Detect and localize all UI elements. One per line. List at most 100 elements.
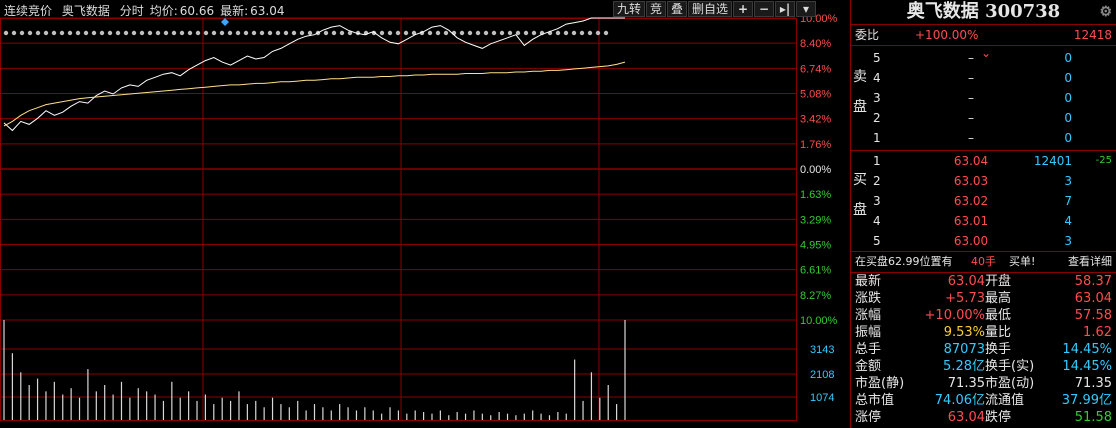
indicator-dot: [3, 30, 9, 36]
stat-label: 涨幅: [855, 308, 882, 323]
stat-value: 14.45%: [1062, 359, 1112, 374]
stat-value: 57.58: [1074, 308, 1112, 323]
stat-value: 87073: [943, 342, 985, 357]
gear-icon[interactable]: ⚙: [1099, 0, 1112, 24]
stat-row: 最新 63.04 开盘 58.37: [851, 273, 1116, 290]
stat-value: 5.28亿: [943, 359, 985, 374]
indicator-dot: [27, 30, 33, 36]
sell-level-row[interactable]: 3–0: [851, 88, 1116, 108]
level-volume: 0: [1064, 131, 1072, 145]
stat-label: 最新: [855, 274, 882, 289]
order-position-text: 在买盘62.99位置有: [855, 255, 953, 268]
indicator-dot: [211, 30, 217, 36]
indicator-dot: [155, 30, 161, 36]
level-volume: 3: [1064, 174, 1072, 188]
indicator-dot: [243, 30, 249, 36]
large-order-row: 在买盘62.99位置有 40手 买单! 查看详细: [851, 252, 1116, 273]
avg-value: 60.66: [179, 4, 215, 18]
y-tick-label: 3.29%: [800, 214, 831, 226]
stat-value: 51.58: [1074, 410, 1112, 425]
sell-level-row[interactable]: 1–0: [851, 128, 1116, 148]
buy-level-row[interactable]: 3 63.02 7: [851, 191, 1116, 211]
indicator-dot: [51, 30, 57, 36]
intraday-chart[interactable]: 10.00% 8.40% 6.74% 5.08% 3.42% 1.76% 0.00% 1.63…: [0, 0, 850, 428]
level-volume: 7: [1064, 194, 1072, 208]
indicator-dot: [267, 30, 273, 36]
volume-tick-label: 3143: [810, 344, 834, 356]
remove-watchlist-button[interactable]: 删自选: [688, 1, 733, 17]
auction-button[interactable]: 竞: [646, 1, 667, 17]
indicator-dot: [227, 30, 233, 36]
buy-level-row[interactable]: 2 63.03 3: [851, 171, 1116, 191]
level-number: 1: [873, 154, 881, 168]
zoom-out-icon[interactable]: −: [754, 1, 775, 17]
buy-level-row[interactable]: 4 63.01 4: [851, 211, 1116, 231]
order-hands: 40手: [971, 255, 996, 268]
stat-value: 71.35: [947, 376, 985, 391]
chart-toolbar: 九转 竞 叠 删自选 + − ▸| ▾: [613, 1, 817, 17]
marker-diamond-icon: [221, 18, 229, 26]
level-number: 3: [873, 91, 881, 105]
indicator-dot: [403, 30, 409, 36]
indicator-dot: [523, 30, 529, 36]
stat-value: 63.04: [947, 410, 985, 425]
level-number: 2: [873, 111, 881, 125]
indicator-dot: [379, 30, 385, 36]
stat-value: 14.45%: [1062, 342, 1112, 357]
avg-label: 均价:: [149, 4, 178, 18]
level-change: -25: [1095, 155, 1112, 166]
stat-value: 71.35: [1074, 376, 1112, 391]
indicator-dot: [563, 30, 569, 36]
nine-turn-button[interactable]: 九转: [613, 1, 646, 17]
indicator-dot: [91, 30, 97, 36]
indicator-dot: [59, 30, 65, 36]
indicator-dot: [387, 30, 393, 36]
indicator-dot: [139, 30, 145, 36]
indicator-dot: [571, 30, 577, 36]
indicator-dot: [179, 30, 185, 36]
sell-level-row[interactable]: 2–0: [851, 108, 1116, 128]
indicator-dot: [555, 30, 561, 36]
buy-level-row[interactable]: 1 63.04 12401 -25: [851, 151, 1116, 171]
detail-link[interactable]: 查看详细: [1068, 252, 1112, 272]
indicator-dot: [259, 30, 265, 36]
y-tick-label: 4.95%: [800, 240, 831, 252]
stat-row: 涨幅 +10.00% 最低 57.58: [851, 307, 1116, 324]
wei-bi-row: 委比 +100.00% 12418: [851, 25, 1116, 46]
stat-label: 市盈(静): [855, 376, 905, 391]
level-volume: 0: [1064, 111, 1072, 125]
stat-value: 1.62: [1083, 325, 1112, 340]
overlay-button[interactable]: 叠: [667, 1, 688, 17]
indicator-dot: [107, 30, 113, 36]
step-forward-icon[interactable]: ▸|: [775, 1, 796, 17]
stat-label: 总市值: [855, 393, 895, 408]
stat-value: 58.37: [1074, 274, 1112, 289]
y-tick-label: 10.00%: [800, 315, 838, 327]
stock-name: 奥飞数据: [61, 4, 110, 18]
sell-level-row[interactable]: 4–0: [851, 68, 1116, 88]
indicator-dot: [123, 30, 129, 36]
sell-book: 卖盘 ⌄ 5–0 4–0 3–0 2–0 1–0: [851, 46, 1116, 151]
menu-dropdown-icon[interactable]: ▾: [796, 1, 817, 17]
indicator-dot: [291, 30, 297, 36]
price-line: [3, 17, 625, 132]
indicator-dot: [299, 30, 305, 36]
stat-label: 最高: [985, 291, 1012, 306]
panel-stock-code: 300738: [985, 1, 1061, 22]
indicator-dot: [147, 30, 153, 36]
indicator-dot: [515, 30, 521, 36]
buy-level-row[interactable]: 5 63.00 3: [851, 231, 1116, 251]
sell-level-row[interactable]: 5–0: [851, 48, 1116, 68]
chart-header: 连续竞价 奥飞数据 分时 均价: 60.66 最新: 63.04: [4, 2, 291, 19]
zoom-in-icon[interactable]: +: [733, 1, 754, 17]
wei-bi-label: 委比: [855, 28, 880, 42]
indicator-dot: [115, 30, 121, 36]
stats-table: 最新 63.04 开盘 58.37 涨跌 +5.73 最高 63.04 涨幅 +10.00% 最低 5…: [851, 273, 1116, 426]
stat-row: 总手 87073 换手 14.45%: [851, 341, 1116, 358]
y-tick-label: 1.76%: [800, 139, 831, 151]
stat-value: +5.73: [945, 291, 985, 306]
level-volume: 0: [1064, 91, 1072, 105]
wei-cha-value: 12418: [1073, 28, 1112, 42]
indicator-dot: [531, 30, 537, 36]
level-volume: 0: [1064, 51, 1072, 65]
